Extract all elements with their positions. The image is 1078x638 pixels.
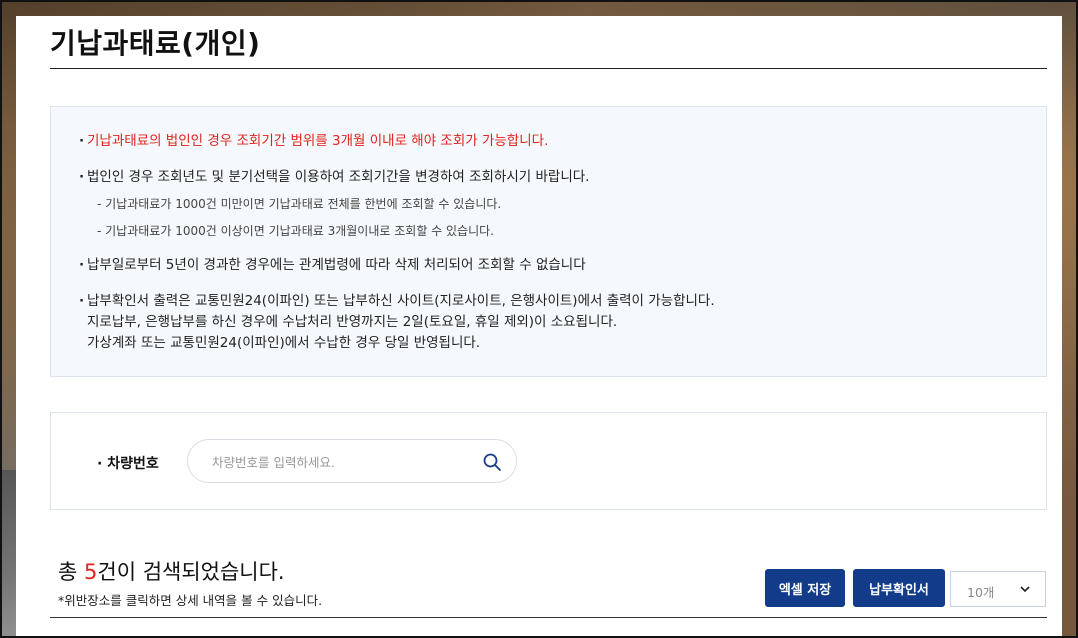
payment-receipt-button[interactable]: 납부확인서 [853, 569, 945, 607]
bullet: · [79, 293, 85, 309]
notice-item: · 기납과태료의 법인인 경우 조회기간 범위를 3개월 이내로 해야 조회가 … [79, 131, 549, 152]
content-panel: 기납과태료(개인) · 기납과태료의 법인인 경우 조회기간 범위를 3개월 이… [16, 16, 1062, 638]
vehicle-number-input[interactable] [212, 452, 472, 472]
result-count-number: 5 [84, 560, 98, 584]
chevron-down-icon [1020, 586, 1030, 593]
bullet: · [79, 169, 85, 185]
title-divider [50, 68, 1047, 69]
search-icon[interactable] [482, 452, 502, 472]
bullet: · [79, 133, 85, 149]
table-top-divider [50, 617, 1047, 618]
notice-item: · 법인인 경우 조회년도 및 분기선택을 이용하여 조회기간을 변경하여 조회… [79, 167, 590, 188]
notice-text-line: 지로납부, 은행납부를 하신 경우에 수납처리 반영까지는 2일(토요일, 휴일… [87, 314, 618, 330]
result-count-prefix: 총 [58, 560, 84, 584]
excel-save-button[interactable]: 엑셀 저장 [765, 569, 845, 607]
notice-text-line: 가상계좌 또는 교통민원24(이파인)에서 수납한 경우 당일 반영됩니다. [87, 335, 481, 351]
search-panel: · 차량번호 [50, 412, 1047, 510]
vehicle-number-label: · 차량번호 [97, 456, 159, 472]
notice-text: 납부일로부터 5년이 경과한 경우에는 관계법령에 따라 삭제 처리되어 조회할… [87, 257, 586, 273]
notice-item: · 납부일로부터 5년이 경과한 경우에는 관계법령에 따라 삭제 처리되어 조… [79, 255, 586, 276]
bullet: · [79, 257, 85, 273]
notice-text-line: 납부확인서 출력은 교통민원24(이파인) 또는 납부하신 사이트(지로사이트,… [87, 293, 715, 309]
result-count: 총 5건이 검색되었습니다. [58, 556, 285, 586]
notice-text: 법인인 경우 조회년도 및 분기선택을 이용하여 조회기간을 변경하여 조회하시… [87, 169, 590, 185]
vehicle-number-field[interactable] [187, 439, 517, 483]
page-size-value: 10개 [967, 585, 995, 600]
notice-subitem: - 기납과태료가 1000건 미만이면 기납과태료 전체를 한번에 조회할 수 … [97, 197, 502, 211]
page-size-select[interactable]: 10개 [950, 571, 1046, 607]
result-note: *위반장소를 클릭하면 상세 내역을 볼 수 있습니다. [58, 593, 323, 608]
notice-box: · 기납과태료의 법인인 경우 조회기간 범위를 3개월 이내로 해야 조회가 … [50, 106, 1047, 377]
notice-item: · 납부확인서 출력은 교통민원24(이파인) 또는 납부하신 사이트(지로사이… [79, 291, 715, 354]
page-title: 기납과태료(개인) [50, 27, 261, 60]
result-count-suffix: 건이 검색되었습니다. [97, 560, 285, 584]
notice-subitem: - 기납과태료가 1000건 이상이면 기납과태료 3개월이내로 조회할 수 있… [97, 224, 494, 238]
notice-text: 기납과태료의 법인인 경우 조회기간 범위를 3개월 이내로 해야 조회가 가능… [87, 133, 549, 149]
